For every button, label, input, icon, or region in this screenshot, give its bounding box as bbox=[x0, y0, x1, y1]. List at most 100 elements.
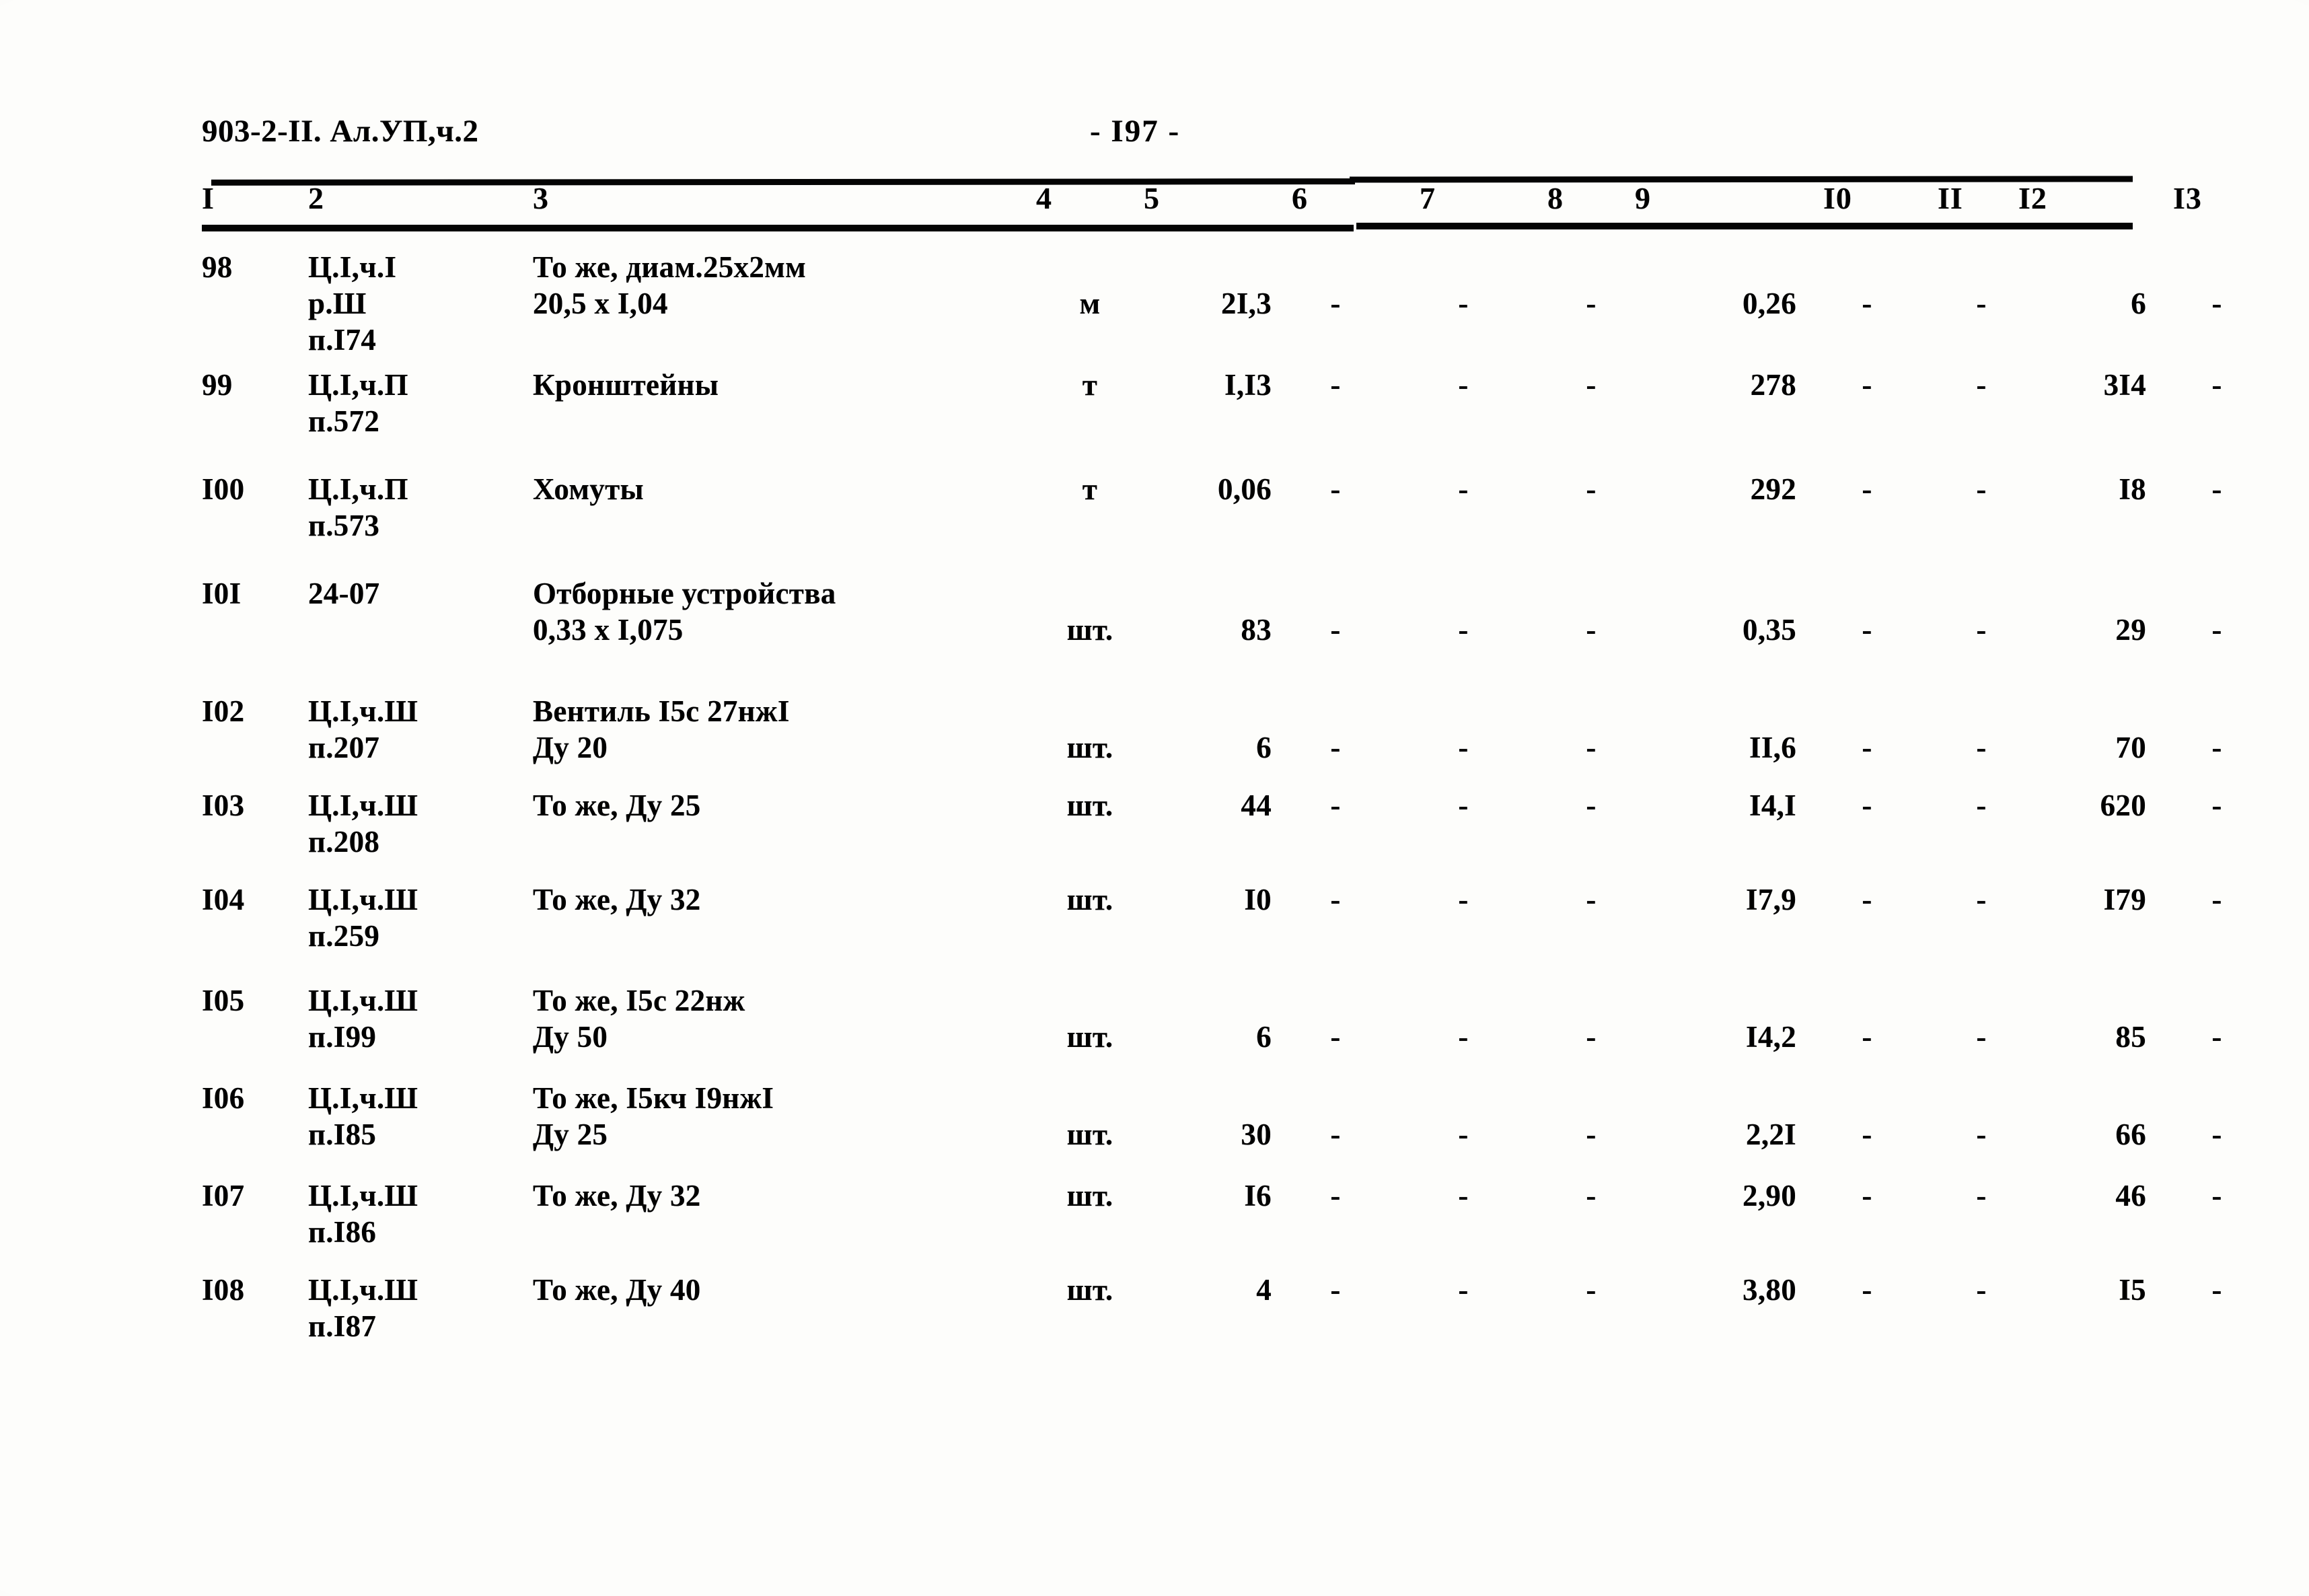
col6: - bbox=[1330, 287, 1341, 320]
total-weight: I79 bbox=[2103, 883, 2146, 916]
col7: - bbox=[1458, 287, 1469, 320]
column-number-13: I3 bbox=[2173, 181, 2202, 215]
unit: шт. bbox=[1066, 731, 1113, 764]
description: То же, Ду 40 bbox=[533, 1273, 701, 1307]
col8: - bbox=[1586, 613, 1597, 647]
unit-weight: 3,80 bbox=[1743, 1273, 1796, 1307]
unit-weight: 0,26 bbox=[1743, 287, 1796, 320]
col10: - bbox=[1862, 368, 1872, 402]
col7: - bbox=[1458, 789, 1469, 822]
col6: - bbox=[1330, 368, 1341, 402]
row-number: I03 bbox=[202, 789, 245, 822]
row-number: 99 bbox=[202, 368, 233, 402]
col11: - bbox=[1976, 472, 1987, 506]
col11: - bbox=[1976, 613, 1987, 647]
column-number-row: I 2 3 4 5 6 7 8 9 I0 II I2 I3 bbox=[202, 176, 2201, 225]
quantity: 0,06 bbox=[1218, 472, 1272, 506]
total-weight: 3I4 bbox=[2103, 368, 2146, 402]
col7: - bbox=[1458, 613, 1469, 647]
standard-ref: Ц.I,ч.П п.572 bbox=[308, 368, 408, 438]
standard-ref: Ц.I,ч.Ш п.208 bbox=[308, 789, 418, 859]
col13: - bbox=[2211, 731, 2222, 764]
col8: - bbox=[1586, 789, 1597, 822]
col8: - bbox=[1586, 1118, 1597, 1151]
unit-weight: I4,2 bbox=[1746, 1020, 1796, 1054]
column-number-3: 3 bbox=[533, 181, 549, 215]
col6: - bbox=[1330, 731, 1341, 764]
standard-ref: Ц.I,ч.Ш п.259 bbox=[308, 883, 418, 953]
row-number: I07 bbox=[202, 1179, 245, 1212]
running-head: 903-2-II. Ал.УП,ч.2 - I97 - bbox=[202, 113, 2153, 160]
col7: - bbox=[1458, 1179, 1469, 1212]
col11: - bbox=[1976, 883, 1987, 916]
col7: - bbox=[1458, 883, 1469, 916]
total-weight: 70 bbox=[2115, 731, 2146, 764]
col11: - bbox=[1976, 1118, 1987, 1151]
col10: - bbox=[1862, 472, 1872, 506]
description: То же, I5кч I9нжI Ду 25 bbox=[533, 1081, 774, 1151]
row-number: I00 bbox=[202, 472, 245, 506]
description: Хомуты bbox=[533, 472, 644, 506]
col8: - bbox=[1586, 472, 1597, 506]
col13: - bbox=[2211, 1179, 2222, 1212]
column-number-9: 9 bbox=[1635, 181, 1651, 215]
unit: шт. bbox=[1066, 1273, 1113, 1307]
col7: - bbox=[1458, 1118, 1469, 1151]
quantity: 44 bbox=[1241, 789, 1272, 822]
quantity: I0 bbox=[1244, 883, 1272, 916]
unit: шт. bbox=[1066, 1118, 1113, 1151]
row-number: I06 bbox=[202, 1081, 245, 1115]
description: То же, Ду 32 bbox=[533, 883, 701, 916]
column-number-8: 8 bbox=[1547, 181, 1564, 215]
col13: - bbox=[2211, 883, 2222, 916]
col11: - bbox=[1976, 1020, 1987, 1054]
col6: - bbox=[1330, 883, 1341, 916]
unit: м bbox=[1079, 287, 1101, 320]
column-number-5: 5 bbox=[1144, 181, 1160, 215]
description: То же, I5с 22нж Ду 50 bbox=[533, 984, 745, 1054]
description: Вентиль I5с 27нжI Ду 20 bbox=[533, 694, 790, 764]
col10: - bbox=[1862, 1118, 1872, 1151]
col7: - bbox=[1458, 731, 1469, 764]
table-header-rule bbox=[202, 223, 2133, 231]
unit: т bbox=[1082, 368, 1098, 402]
quantity: 2I,3 bbox=[1221, 287, 1272, 320]
col11: - bbox=[1976, 1179, 1987, 1212]
row-number: I04 bbox=[202, 883, 245, 916]
col8: - bbox=[1586, 731, 1597, 764]
unit: т bbox=[1082, 472, 1098, 506]
row-number: I08 bbox=[202, 1273, 245, 1307]
col13: - bbox=[2211, 1118, 2222, 1151]
unit-weight: 2,90 bbox=[1743, 1179, 1796, 1212]
unit: шт. bbox=[1066, 613, 1113, 647]
unit-weight: I4,I bbox=[1749, 789, 1796, 822]
column-number-10: I0 bbox=[1823, 181, 1852, 215]
unit: шт. bbox=[1066, 883, 1113, 916]
col13: - bbox=[2211, 1020, 2222, 1054]
total-weight: 46 bbox=[2115, 1179, 2146, 1212]
unit: шт. bbox=[1066, 1020, 1113, 1054]
quantity: I,I3 bbox=[1224, 368, 1272, 402]
col10: - bbox=[1862, 789, 1872, 822]
col8: - bbox=[1586, 287, 1597, 320]
col8: - bbox=[1586, 1273, 1597, 1307]
unit-weight: 292 bbox=[1750, 472, 1796, 506]
col13: - bbox=[2211, 1273, 2222, 1307]
row-number: 98 bbox=[202, 250, 233, 284]
specification-table: I 2 3 4 5 6 7 8 9 I0 II I2 I3 98 Ц.I,ч.I р.Ш п.I74 То … bbox=[202, 176, 2222, 1406]
col11: - bbox=[1976, 731, 1987, 764]
col10: - bbox=[1862, 1020, 1872, 1054]
quantity: 30 bbox=[1241, 1118, 1272, 1151]
col6: - bbox=[1330, 1179, 1341, 1212]
unit: шт. bbox=[1066, 1179, 1113, 1212]
col11: - bbox=[1976, 368, 1987, 402]
column-number-6: 6 bbox=[1292, 181, 1308, 215]
table-body: 98 Ц.I,ч.I р.Ш п.I74 То же, диам.25х2мм 20… bbox=[202, 249, 2222, 1406]
standard-ref: Ц.I,ч.Ш п.I87 bbox=[308, 1273, 418, 1343]
unit-weight: 0,35 bbox=[1743, 613, 1796, 647]
unit-weight: II,6 bbox=[1749, 731, 1796, 764]
col13: - bbox=[2211, 613, 2222, 647]
row-number: I0I bbox=[202, 577, 242, 610]
total-weight: 6 bbox=[2131, 287, 2146, 320]
col13: - bbox=[2211, 287, 2222, 320]
